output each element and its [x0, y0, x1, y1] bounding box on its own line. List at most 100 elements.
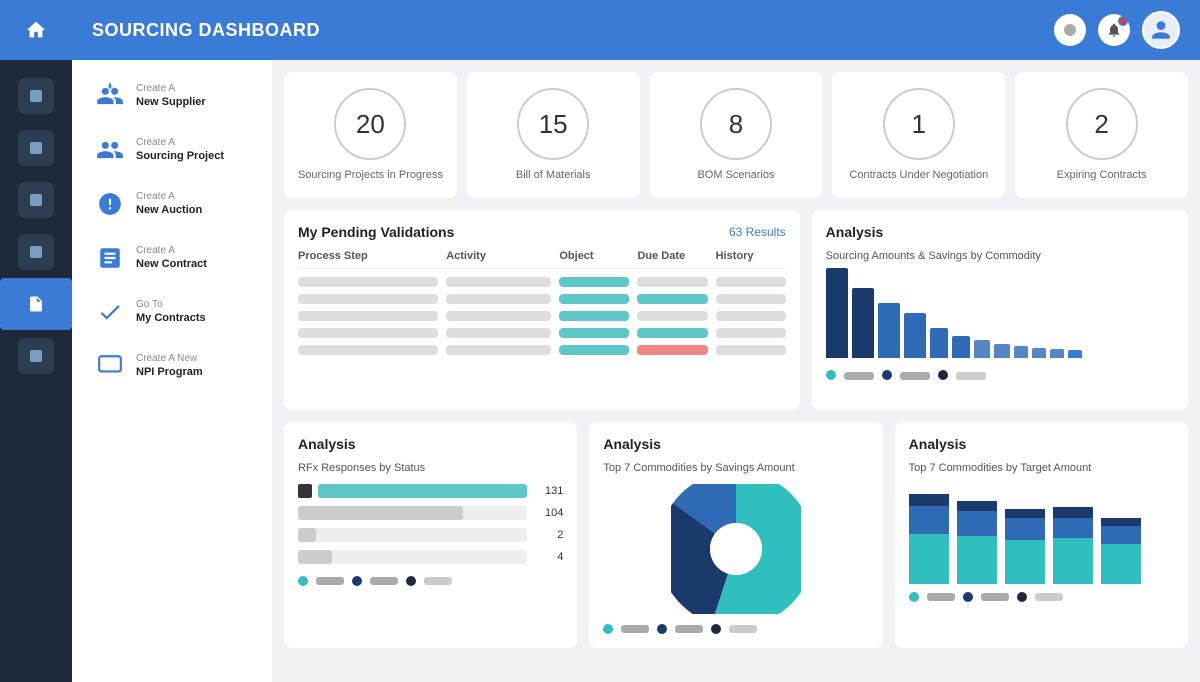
stacked-bars [909, 484, 1174, 584]
seg-3-2 [1005, 518, 1045, 540]
seg-3-1 [1005, 540, 1045, 584]
create-supplier-action[interactable]: Create A New Supplier [84, 72, 260, 120]
pie-header: Analysis [603, 436, 868, 452]
kpi-label-sourcing: Sourcing Projects in Progress [298, 168, 443, 182]
notification-dot [1118, 16, 1128, 26]
analysis-bar-chart [826, 272, 1174, 362]
bar-11 [1050, 349, 1064, 358]
pending-validations-card: My Pending Validations 63 Results Proces… [284, 210, 800, 410]
table-row[interactable] [298, 294, 786, 304]
rfx-legend-4 [370, 576, 398, 586]
bar-9 [1014, 346, 1028, 358]
bar-3 [878, 303, 900, 358]
table-row[interactable] [298, 345, 786, 355]
rfx-row-2: 104 [298, 506, 563, 520]
kpi-sourcing-projects[interactable]: 20 Sourcing Projects in Progress [284, 72, 457, 198]
create-contract-action[interactable]: Create A New Contract [84, 234, 260, 282]
content: Create A New Supplier Create A Sourcing … [72, 60, 1200, 682]
rfx-fill-3 [298, 528, 316, 542]
rfx-val-3: 2 [533, 529, 563, 541]
my-contracts-icon [94, 296, 126, 328]
go-to-contracts-action[interactable]: Go To My Contracts [84, 288, 260, 336]
sidebar-home-button[interactable] [0, 0, 72, 60]
sidebar-nav-item-1[interactable] [0, 70, 72, 122]
pending-table-headers: Process Step Activity Object Due Date Hi… [298, 250, 786, 269]
th-activity: Activity [446, 250, 551, 262]
sidebar-nav-item-5-active[interactable] [0, 278, 72, 330]
table-row[interactable] [298, 311, 786, 321]
kpi-bom-scenarios[interactable]: 8 BOM Scenarios [650, 72, 823, 198]
th-duedate: Due Date [637, 250, 707, 262]
seg-5-1 [1101, 544, 1141, 584]
stacked-bar-1 [909, 494, 949, 584]
bar-5 [930, 328, 948, 358]
sidebar-nav-item-4[interactable] [0, 226, 72, 278]
stacked-bar-2 [957, 501, 997, 584]
rfx-bar-2 [298, 506, 527, 520]
pie-title: Analysis [603, 436, 661, 452]
analysis-bar-title: Analysis [826, 224, 884, 240]
legend-item-1 [826, 370, 836, 380]
skeleton-object [559, 328, 629, 338]
kpi-circle-expiring: 2 [1066, 88, 1138, 160]
skeleton-activity [446, 294, 551, 304]
th-history: History [716, 250, 786, 262]
kpi-bom[interactable]: 15 Bill of Materials [467, 72, 640, 198]
seg-1-3 [909, 494, 949, 506]
skeleton-process [298, 277, 438, 287]
pending-results-link[interactable]: 63 Results [729, 225, 786, 239]
nav-icon-5 [18, 286, 54, 322]
create-contract-label: Create A New Contract [136, 244, 207, 271]
skeleton-process [298, 345, 438, 355]
seg-2-1 [957, 536, 997, 584]
pending-title: My Pending Validations [298, 224, 454, 240]
kpi-number-bom-scenarios: 8 [729, 109, 743, 140]
go-to-contracts-label: Go To My Contracts [136, 298, 206, 325]
skeleton-activity [446, 311, 551, 321]
dashboard-main: 20 Sourcing Projects in Progress 15 Bill… [272, 60, 1200, 682]
kpi-number-bom: 15 [539, 109, 568, 140]
create-auction-label: Create A New Auction [136, 190, 202, 217]
stacked-title: Analysis [909, 436, 967, 452]
pie-legend [603, 624, 868, 634]
stacked-legend-2 [927, 592, 955, 602]
skeleton-process [298, 328, 438, 338]
header: SOURCING DASHBOARD [72, 0, 1200, 60]
create-npi-action[interactable]: Create A New NPI Program [84, 342, 260, 390]
quick-actions-panel: Create A New Supplier Create A Sourcing … [72, 60, 272, 682]
user-avatar[interactable] [1142, 11, 1180, 49]
kpi-circle-bom: 15 [517, 88, 589, 160]
nav-icon-2 [18, 130, 54, 166]
nav-icon-4 [18, 234, 54, 270]
skeleton-activity [446, 328, 551, 338]
sidebar-nav-item-6[interactable] [0, 330, 72, 382]
stacked-legend-3 [963, 592, 973, 602]
create-auction-action[interactable]: Create A New Auction [84, 180, 260, 228]
rfx-bar-4 [298, 550, 527, 564]
table-row[interactable] [298, 277, 786, 287]
sidebar-nav-item-3[interactable] [0, 174, 72, 226]
pie-legend-6 [729, 624, 757, 634]
stacked-legend-6 [1035, 592, 1063, 602]
supplier-icon [94, 80, 126, 112]
bar-10 [1032, 348, 1046, 358]
rfx-legend-6 [424, 576, 452, 586]
rfx-legend-2 [316, 576, 344, 586]
stacked-legend-1 [909, 592, 919, 602]
create-sourcing-label: Create A Sourcing Project [136, 136, 224, 163]
kpi-contracts-negotiation[interactable]: 1 Contracts Under Negotiation [832, 72, 1005, 198]
rfx-legend [298, 576, 563, 586]
table-row[interactable] [298, 328, 786, 338]
seg-2-3 [957, 501, 997, 511]
rfx-top-bar [318, 484, 527, 498]
bar-12 [1068, 350, 1082, 358]
create-sourcing-action[interactable]: Create A Sourcing Project [84, 126, 260, 174]
rfx-header-row: 131 [298, 484, 563, 498]
sidebar-nav-item-2[interactable] [0, 122, 72, 174]
pie-legend-1 [603, 624, 613, 634]
th-object: Object [559, 250, 629, 262]
kpi-expiring-contracts[interactable]: 2 Expiring Contracts [1015, 72, 1188, 198]
status-indicator[interactable] [1054, 14, 1086, 46]
notification-button[interactable] [1098, 14, 1130, 46]
kpi-number-contracts-neg: 1 [912, 109, 926, 140]
